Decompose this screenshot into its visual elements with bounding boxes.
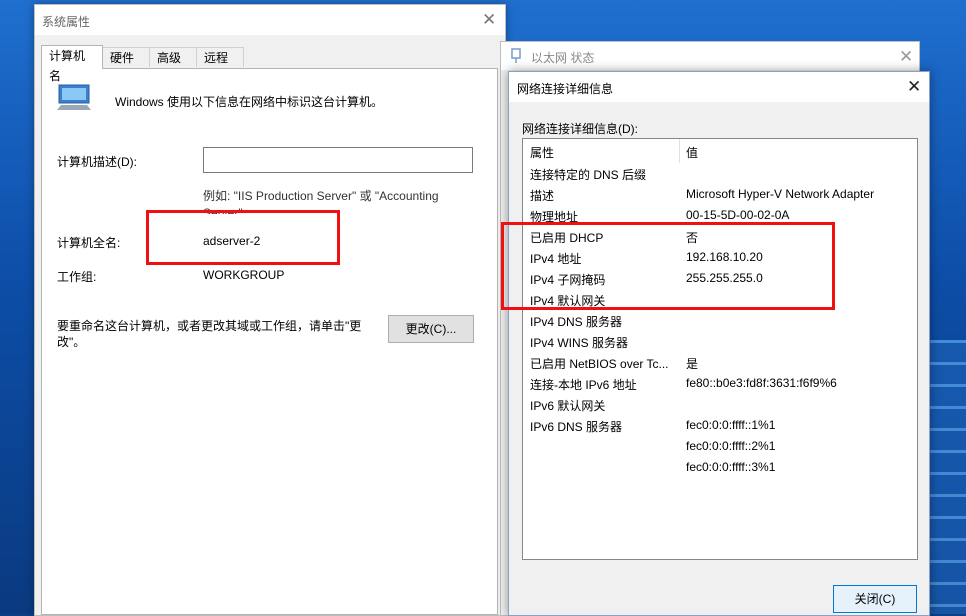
row-property: IPv4 子网掩码 <box>530 273 606 287</box>
ethernet-icon <box>511 48 521 63</box>
computer-icon <box>57 84 91 110</box>
list-header: 属性 值 <box>523 139 917 163</box>
system-properties-window: 系统属性 ✕ 计算机名 硬件 高级 远程 Windows 使用以下信息在网络中标… <box>34 4 506 616</box>
window-title: 网络连接详细信息 <box>517 82 614 96</box>
table-row[interactable]: 连接-本地 IPv6 地址 fe80::b0e3:fd8f:3631:f6f9%6 <box>523 373 917 394</box>
table-row[interactable]: fec0:0:0:ffff::3%1 <box>523 457 917 478</box>
tab-remote[interactable]: 远程 <box>196 47 244 67</box>
full-name-label: 计算机全名: <box>57 236 121 250</box>
close-icon[interactable]: ✕ <box>899 48 913 65</box>
row-property: IPv6 DNS 服务器 <box>530 420 623 434</box>
row-property: IPv4 地址 <box>530 252 582 266</box>
network-details-window: 网络连接详细信息 ✕ 网络连接详细信息(D): 属性 值 连接特定的 DNS 后… <box>508 71 930 616</box>
table-row[interactable]: IPv6 DNS 服务器 fec0:0:0:ffff::1%1 <box>523 415 917 436</box>
row-value: fec0:0:0:ffff::3%1 <box>686 460 776 474</box>
close-icon[interactable]: ✕ <box>907 78 921 95</box>
column-separator <box>679 139 680 163</box>
table-row[interactable]: IPv4 子网掩码 255.255.255.0 <box>523 268 917 289</box>
table-row[interactable]: 已启用 DHCP 否 <box>523 226 917 247</box>
row-property: 连接特定的 DNS 后缀 <box>530 168 647 182</box>
table-row[interactable]: 描述 Microsoft Hyper-V Network Adapter <box>523 184 917 205</box>
column-header-value[interactable]: 值 <box>686 144 698 161</box>
desktop-wallpaper-stripes <box>930 340 966 614</box>
row-value: 00-15-5D-00-02-0A <box>686 208 790 222</box>
title-bar: 网络连接详细信息 ✕ <box>509 72 929 102</box>
tab-hardware[interactable]: 硬件 <box>102 47 150 67</box>
workgroup-value: WORKGROUP <box>203 268 285 282</box>
rename-hint-line2: 改"。 <box>57 335 86 349</box>
row-property: 描述 <box>530 189 555 203</box>
row-value: fec0:0:0:ffff::2%1 <box>686 439 776 453</box>
row-property: 连接-本地 IPv6 地址 <box>530 378 637 392</box>
details-list-label: 网络连接详细信息(D): <box>522 122 638 136</box>
tab-computer-name[interactable]: 计算机名 <box>41 45 103 83</box>
close-icon[interactable]: ✕ <box>482 11 496 28</box>
table-row[interactable]: 物理地址 00-15-5D-00-02-0A <box>523 205 917 226</box>
computer-description-input[interactable] <box>203 147 473 173</box>
title-bar: 以太网 状态 ✕ <box>501 42 919 70</box>
table-row[interactable]: IPv4 地址 192.168.10.20 <box>523 247 917 268</box>
table-row[interactable]: IPv4 DNS 服务器 <box>523 310 917 331</box>
title-bar: 系统属性 ✕ <box>35 5 505 35</box>
intro-text: Windows 使用以下信息在网络中标识这台计算机。 <box>115 95 384 109</box>
row-value: 192.168.10.20 <box>686 250 763 264</box>
table-row[interactable]: IPv4 默认网关 <box>523 289 917 310</box>
row-property: IPv6 默认网关 <box>530 399 606 413</box>
tab-advanced[interactable]: 高级 <box>149 47 197 67</box>
table-row[interactable]: 连接特定的 DNS 后缀 <box>523 163 917 184</box>
workgroup-label: 工作组: <box>57 270 97 284</box>
row-value: 否 <box>686 231 699 245</box>
column-header-property[interactable]: 属性 <box>530 144 554 161</box>
table-row[interactable]: IPv6 默认网关 <box>523 394 917 415</box>
row-property: IPv4 WINS 服务器 <box>530 336 629 350</box>
row-value: 是 <box>686 357 699 371</box>
row-property: IPv4 DNS 服务器 <box>530 315 623 329</box>
table-row[interactable]: 已启用 NetBIOS over Tc... 是 <box>523 352 917 373</box>
details-list[interactable]: 属性 值 连接特定的 DNS 后缀 描述 Microsoft Hyper-V Net… <box>522 138 918 560</box>
row-property: 已启用 NetBIOS over Tc... <box>530 357 669 371</box>
row-property: IPv4 默认网关 <box>530 294 606 308</box>
rename-hint-line1: 要重命名这台计算机，或者更改其域或工作组，请单击"更 <box>57 319 362 333</box>
row-value: Microsoft Hyper-V Network Adapter <box>686 187 875 201</box>
window-title: 系统属性 <box>42 15 91 29</box>
close-button[interactable]: 关闭(C) <box>833 585 917 613</box>
window-title: 以太网 状态 <box>531 51 595 65</box>
change-button[interactable]: 更改(C)... <box>388 315 474 343</box>
row-value: fec0:0:0:ffff::1%1 <box>686 418 776 432</box>
example-text-line2: Server"。 <box>203 206 255 214</box>
row-property: 物理地址 <box>530 210 579 224</box>
table-row[interactable]: IPv4 WINS 服务器 <box>523 331 917 352</box>
example-text-line1: 例如: "IIS Production Server" 或 "Accountin… <box>203 189 439 203</box>
row-value: 255.255.255.0 <box>686 271 763 285</box>
full-name-value: adserver-2 <box>203 234 261 248</box>
row-value: fe80::b0e3:fd8f:3631:f6f9%6 <box>686 376 837 390</box>
row-property: 已启用 DHCP <box>530 231 604 245</box>
table-row[interactable]: fec0:0:0:ffff::2%1 <box>523 436 917 457</box>
computer-description-label: 计算机描述(D): <box>57 155 137 169</box>
